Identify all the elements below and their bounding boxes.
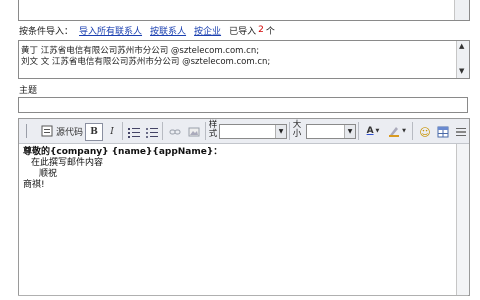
subject-input[interactable] (18, 97, 468, 113)
font-color-icon: A (366, 126, 374, 136)
import-by-contact-link[interactable]: 按联系人 (150, 24, 186, 37)
top-field-remnant (18, 0, 470, 21)
scroll-down-icon[interactable]: ▼ (459, 67, 464, 75)
recipient-entry: 刘文 文 江苏省电信有限公司苏州市分公司 @sztelecom.com.cn; (21, 57, 271, 67)
image-button[interactable] (185, 123, 203, 141)
rich-text-editor: 源代码 B I 样式 ▼ 大小 ▼ A ▼ ▼ ☺ 尊敬的{company} {… (18, 118, 470, 296)
size-select[interactable]: ▼ (306, 124, 356, 139)
link-button[interactable] (166, 123, 184, 141)
chevron-down-icon: ▼ (275, 125, 286, 138)
chevron-down-icon: ▼ (402, 128, 406, 134)
import-label: 按条件导入： (19, 26, 74, 37)
editor-scrollbar[interactable] (456, 144, 469, 295)
closing-line: 顺祝 (39, 169, 58, 179)
scroll-up-icon[interactable]: ▲ (459, 42, 464, 50)
imported-prefix: 已导入 (229, 26, 257, 37)
greeting-line: 尊敬的{company} {name}{appName}： (23, 147, 223, 157)
subject-label: 主题 (19, 86, 38, 96)
toolbar-separator (205, 122, 206, 140)
recipients-field[interactable]: 黄丁 江苏省电信有限公司苏州市分公司 @sztelecom.com.cn; 刘文… (18, 40, 470, 79)
toolbar-grip-icon (22, 123, 30, 139)
hr-icon (456, 128, 466, 136)
numbered-list-icon (128, 127, 140, 138)
toolbar-separator (412, 122, 413, 140)
numbered-list-button[interactable] (125, 123, 143, 141)
imported-suffix: 个 (265, 26, 275, 37)
toolbar-separator (289, 122, 290, 140)
style-label: 样式 (208, 120, 218, 139)
source-code-button[interactable]: 源代码 (33, 123, 91, 139)
image-icon (188, 127, 200, 137)
recipients-scrollbar[interactable]: ▲ ▼ (456, 41, 469, 78)
bullet-list-button[interactable] (143, 123, 161, 141)
size-label: 大小 (292, 120, 302, 139)
bottom-border (18, 295, 468, 296)
font-color-button[interactable]: A ▼ (361, 123, 385, 139)
bullet-list-icon (146, 127, 158, 138)
body-placeholder-line: 在此撰写邮件内容 (31, 158, 104, 168)
link-icon (169, 129, 181, 135)
chevron-down-icon: ▼ (375, 128, 380, 134)
italic-button[interactable]: I (103, 123, 121, 141)
chevron-down-icon: ▼ (344, 125, 355, 138)
highlighter-icon (389, 127, 400, 137)
table-button[interactable] (434, 123, 452, 141)
highlight-color-button[interactable]: ▼ (385, 123, 409, 139)
import-all-contacts-link[interactable]: 导入所有联系人 (79, 24, 142, 37)
source-code-icon (41, 125, 53, 137)
insert-symbol-button[interactable] (452, 123, 470, 141)
emoticon-button[interactable]: ☺ (416, 123, 434, 141)
toolbar-separator (162, 122, 163, 140)
toolbar-separator (122, 122, 123, 140)
source-code-label: 源代码 (55, 127, 83, 138)
bold-button[interactable]: B (85, 123, 103, 141)
imported-count: 2 (258, 25, 264, 35)
toolbar-separator (358, 122, 359, 140)
table-icon (437, 126, 449, 138)
editor-content[interactable]: 尊敬的{company} {name}{appName}： 在此撰写邮件内容 顺… (23, 147, 222, 191)
style-select[interactable]: ▼ (219, 124, 287, 139)
top-scrollbar[interactable] (454, 0, 469, 20)
editor-toolbar: 源代码 B I 样式 ▼ 大小 ▼ A ▼ ▼ ☺ (19, 119, 469, 144)
import-by-company-link[interactable]: 按企业 (194, 24, 221, 37)
signoff-line: 商祺! (23, 180, 45, 190)
import-by-condition-row: 按条件导入： 导入所有联系人 按联系人 按企业 已导入 2 个 (19, 23, 275, 37)
